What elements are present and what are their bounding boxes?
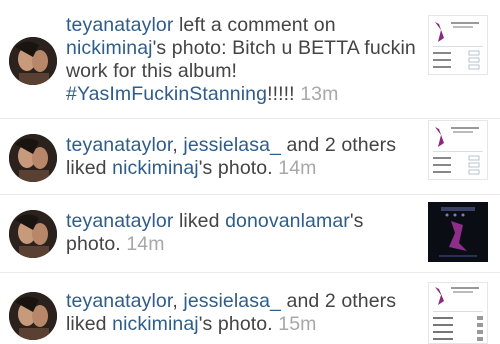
activity-item[interactable]: teyanataylor, jessielasa_ and 2 others l…: [0, 118, 500, 196]
album-tracklist-photo-icon[interactable]: [428, 15, 488, 75]
username-link[interactable]: teyanataylor: [66, 290, 172, 312]
activity-text-segment: !!!!!: [267, 83, 301, 105]
activity-text: teyanataylor left a comment on nickimina…: [66, 14, 421, 106]
activity-item[interactable]: teyanataylor left a comment on nickimina…: [0, 0, 500, 110]
album-tracklist-photo-icon[interactable]: [428, 120, 488, 180]
activity-text-segment: ,: [172, 290, 184, 312]
avatar[interactable]: [9, 292, 57, 340]
activity-text-segment: 's photo.: [198, 157, 279, 179]
username-link[interactable]: teyanataylor: [66, 134, 172, 156]
timestamp: 14m: [126, 233, 165, 255]
timestamp: 13m: [300, 83, 339, 105]
timestamp: 14m: [278, 157, 317, 179]
activity-text: teyanataylor, jessielasa_ and 2 others l…: [66, 134, 421, 180]
activity-item[interactable]: teyanataylor liked donovanlamar's photo.…: [0, 194, 500, 270]
activity-text-segment: liked: [173, 210, 226, 232]
activity-text-segment: left a comment on: [173, 14, 336, 36]
avatar[interactable]: [9, 134, 57, 182]
username-link[interactable]: nickiminaj: [112, 157, 199, 179]
timestamp: 15m: [278, 313, 317, 335]
username-link[interactable]: nickiminaj: [112, 313, 199, 335]
username-link[interactable]: teyanataylor: [66, 14, 173, 36]
phone-screenshot-photo-icon[interactable]: [428, 202, 488, 262]
album-tracklist-photo-icon[interactable]: [428, 282, 488, 344]
activity-text: teyanataylor, jessielasa_ and 2 others l…: [66, 290, 421, 336]
activity-text-segment: ,: [172, 134, 184, 156]
username-link[interactable]: jessielasa_: [183, 290, 281, 312]
activity-text: teyanataylor liked donovanlamar's photo.…: [66, 210, 421, 256]
username-link[interactable]: nickiminaj: [66, 37, 153, 59]
hashtag-link[interactable]: #YasImFuckinStanning: [66, 83, 267, 105]
username-link[interactable]: teyanataylor: [66, 210, 173, 232]
username-link[interactable]: donovanlamar: [225, 210, 350, 232]
activity-text-segment: 's photo.: [198, 313, 279, 335]
avatar[interactable]: [9, 210, 57, 258]
activity-feed: teyanataylor left a comment on nickimina…: [0, 0, 500, 344]
avatar[interactable]: [9, 37, 57, 85]
activity-item[interactable]: teyanataylor, jessielasa_ and 2 others l…: [0, 272, 500, 344]
username-link[interactable]: jessielasa_: [183, 134, 281, 156]
